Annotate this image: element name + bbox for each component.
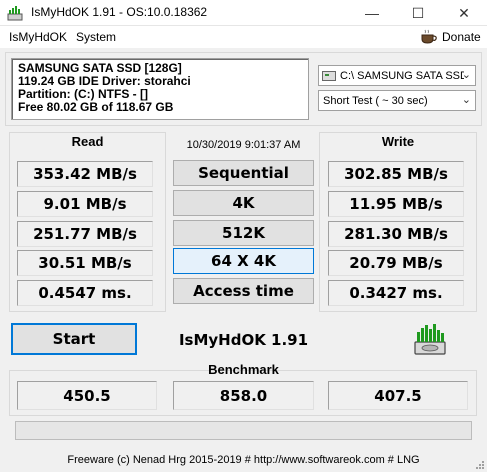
maximize-button[interactable]: ☐ [395,0,441,26]
write-access-time-value: 0.3427 ms. [328,280,464,306]
write-header: Write [381,134,415,149]
chevron-down-icon: ⌄ [461,94,471,106]
read-512k-value: 251.77 MB/s [17,221,153,247]
sequential-test-button[interactable]: Sequential [173,160,314,186]
footer-text[interactable]: Freeware (c) Nenad Hrg 2015-2019 # http:… [67,454,419,466]
resize-grip-icon[interactable] [475,460,485,470]
read-64x4k-value: 30.51 MB/s [17,250,153,276]
menu-ismyhdok[interactable]: IsMyHdOK [9,30,67,44]
window-title: IsMyHdOK 1.91 - OS:10.0.18362 [31,5,208,19]
4k-test-button[interactable]: 4K [173,190,314,216]
read-access-time-value: 0.4547 ms. [17,280,153,306]
write-512k-value: 281.30 MB/s [328,221,464,247]
drive-info-box: SAMSUNG SATA SSD [128G] 119.24 GB IDE Dr… [11,58,309,120]
drive-icon [322,70,336,81]
write-sequential-value: 302.85 MB/s [328,161,464,187]
test-datetime: 10/30/2019 9:01:37 AM [186,139,301,151]
app-icon [7,6,23,21]
read-header: Read [71,134,104,149]
benchmark-header: Benchmark [208,362,279,377]
write-64x4k-value: 20.79 MB/s [328,250,464,276]
benchmark-read-score: 450.5 [17,381,157,410]
coffee-cup-icon [421,29,437,44]
read-sequential-value: 353.42 MB/s [17,161,153,187]
64x4k-test-button[interactable]: 64 X 4K [173,248,314,274]
test-duration-value: Short Test ( ~ 30 sec) [323,94,428,107]
menu-bar: IsMyHdOK System Donate [0,26,487,48]
menu-system[interactable]: System [76,30,116,44]
chevron-down-icon: ⌄ [461,69,471,81]
read-4k-value: 9.01 MB/s [17,191,153,217]
drive-select[interactable]: C:\ SAMSUNG SATA SSD ⌄ [318,65,476,86]
title-bar[interactable]: IsMyHdOK 1.91 - OS:10.0.18362 — ☐ ✕ [0,0,487,26]
footer: Freeware (c) Nenad Hrg 2015-2019 # http:… [0,447,487,472]
benchmark-total-score: 858.0 [173,381,314,410]
minimize-button[interactable]: — [349,0,395,26]
start-button[interactable]: Start [11,323,137,355]
drive-free-space: Free 80.02 GB of 118.67 GB [18,100,174,114]
close-button[interactable]: ✕ [441,0,487,26]
hdd-graph-icon [414,324,446,355]
donate-label: Donate [442,29,481,44]
benchmark-write-score: 407.5 [328,381,468,410]
write-4k-value: 11.95 MB/s [328,191,464,217]
donate-button[interactable]: Donate [421,29,481,44]
progress-bar [15,421,472,440]
access-time-test-button[interactable]: Access time [173,278,314,304]
test-duration-select[interactable]: Short Test ( ~ 30 sec) ⌄ [318,90,476,111]
drive-select-value: C:\ SAMSUNG SATA SSD [340,69,464,82]
512k-test-button[interactable]: 512K [173,220,314,246]
app-name-label: IsMyHdOK 1.91 [178,331,309,349]
